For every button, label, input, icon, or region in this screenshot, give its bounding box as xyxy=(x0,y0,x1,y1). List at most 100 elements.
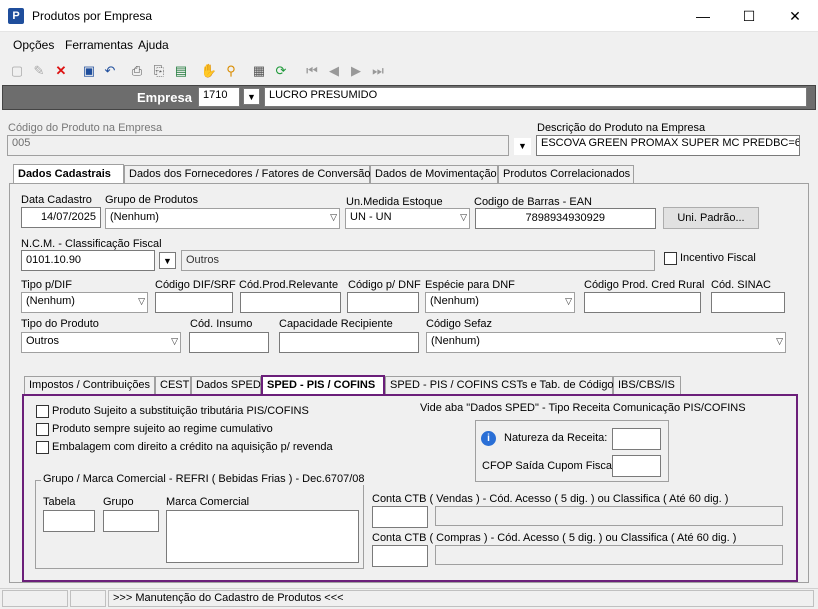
print-preview-icon[interactable]: ⎘ xyxy=(150,62,168,80)
chevron-down-icon: ▽ xyxy=(171,336,178,346)
cod-relevante-field[interactable] xyxy=(240,292,341,313)
status-cell-1 xyxy=(2,590,68,607)
tipo-produto-select[interactable]: Outros ▽ xyxy=(21,332,181,353)
subtab-sped-csts[interactable]: SPED - PIS / COFINS CSTs e Tab. de Códig… xyxy=(385,376,619,394)
natureza-receita-label: Natureza da Receita: xyxy=(504,432,608,444)
subtab-impostos[interactable]: Impostos / Contribuições xyxy=(24,376,155,394)
menu-ajuda[interactable]: Ajuda xyxy=(138,38,169,52)
product-code-label: Código do Produto na Empresa xyxy=(8,122,163,134)
first-record-icon[interactable]: ⏮ xyxy=(303,62,321,80)
ncm-dropdown-icon[interactable]: ▼ xyxy=(159,252,176,269)
product-code-field[interactable]: 005 xyxy=(7,135,509,156)
grupo-produtos-select[interactable]: (Nenhum) ▽ xyxy=(105,208,340,229)
tabela-field[interactable] xyxy=(43,510,95,532)
hand-icon[interactable]: ✋ xyxy=(200,62,218,80)
chk-substituicao-checkbox[interactable] xyxy=(36,405,49,418)
chevron-down-icon: ▽ xyxy=(138,296,145,306)
menu-ferramentas[interactable]: Ferramentas xyxy=(65,38,133,52)
tab-correlacionados[interactable]: Produtos Correlacionados xyxy=(498,165,634,183)
empresa-label: Empresa xyxy=(137,90,192,105)
ncm-field[interactable]: 0101.10.90 xyxy=(21,250,155,271)
codigo-dnf-label: Código p/ DNF xyxy=(348,279,421,291)
product-desc-field[interactable]: ESCOVA GREEN PROMAX SUPER MC PREDBC=65% xyxy=(536,135,800,156)
codigo-dif-field[interactable] xyxy=(155,292,233,313)
un-medida-label: Un.Medida Estoque xyxy=(346,196,443,208)
close-window-icon[interactable]: ✕ xyxy=(772,0,818,32)
chevron-down-icon: ▽ xyxy=(776,336,783,346)
subtab-ibs-cbs-is[interactable]: IBS/CBS/IS xyxy=(613,376,681,394)
search-icon[interactable]: ⚲ xyxy=(222,62,240,80)
uni-padrao-button[interactable]: Uni. Padrão... xyxy=(663,207,759,229)
capacidade-field[interactable] xyxy=(279,332,419,353)
codigo-sefaz-select[interactable]: (Nenhum) ▽ xyxy=(426,332,786,353)
menu-opcoes[interactable]: Opções xyxy=(13,38,54,52)
ean-field[interactable]: 7898934930929 xyxy=(475,208,656,229)
grupo-field[interactable] xyxy=(103,510,159,532)
save-icon[interactable]: ▣ xyxy=(80,62,98,80)
vide-dados-sped-note: Vide aba "Dados SPED" - Tipo Receita Com… xyxy=(420,402,746,414)
properties-icon[interactable]: ▦ xyxy=(250,62,268,80)
data-cadastro-field[interactable]: 14/07/2025 xyxy=(21,207,101,228)
natureza-receita-field[interactable] xyxy=(612,428,661,450)
chevron-down-icon: ▽ xyxy=(565,296,572,306)
ctb-compras-codigo-field[interactable] xyxy=(372,545,428,567)
cod-insumo-field[interactable] xyxy=(189,332,269,353)
product-dropdown-icon[interactable]: ▼ xyxy=(514,138,531,155)
incentivo-fiscal-checkbox[interactable] xyxy=(664,252,677,265)
tab-movimentacao[interactable]: Dados de Movimentação xyxy=(370,165,498,183)
tipo-produto-value: Outros xyxy=(26,335,60,347)
cred-rural-field[interactable] xyxy=(584,292,701,313)
chk-embalagem-label: Embalagem com direito a crédito na aquis… xyxy=(52,441,333,453)
ctb-compras-desc-field xyxy=(435,545,783,565)
undo-icon[interactable]: ↶ xyxy=(101,62,119,80)
refresh-icon[interactable]: ⟳ xyxy=(272,62,290,80)
last-record-icon[interactable]: ⏭ xyxy=(369,62,387,80)
maximize-icon[interactable]: ☐ xyxy=(726,0,772,32)
codigo-dnf-field[interactable] xyxy=(347,292,419,313)
subtab-sped-pis-cofins[interactable]: SPED - PIS / COFINS xyxy=(261,375,385,395)
chk-cumulativo-label: Produto sempre sujeito ao regime cumulat… xyxy=(52,423,273,435)
minimize-icon[interactable]: — xyxy=(680,0,726,32)
subtab-dados-sped[interactable]: Dados SPED xyxy=(191,376,261,394)
empresa-name-field: LUCRO PRESUMIDO xyxy=(264,87,807,107)
tab-fornecedores[interactable]: Dados dos Fornecedores / Fatores de Conv… xyxy=(124,165,371,183)
cred-rural-label: Código Prod. Cred Rural xyxy=(584,279,705,291)
chevron-down-icon: ▽ xyxy=(460,212,467,222)
export-icon[interactable]: ▤ xyxy=(172,62,190,80)
codigo-sefaz-label: Código Sefaz xyxy=(426,318,493,330)
sinac-label: Cód. SINAC xyxy=(711,279,771,291)
capacidade-label: Capacidade Recipiente xyxy=(279,318,393,330)
ctb-vendas-codigo-field[interactable] xyxy=(372,506,428,528)
print-icon[interactable]: ⎙ xyxy=(128,62,146,80)
tipo-dif-select[interactable]: (Nenhum) ▽ xyxy=(21,292,148,313)
ctb-vendas-desc-field xyxy=(435,506,783,526)
delete-icon[interactable]: ✕ xyxy=(52,62,70,80)
cfop-saida-field[interactable] xyxy=(612,455,661,477)
tab-dados-cadastrais[interactable]: Dados Cadastrais xyxy=(13,164,124,184)
status-text: >>> Manutenção do Cadastro de Produtos <… xyxy=(108,590,814,607)
product-desc-label: Descrição do Produto na Empresa xyxy=(537,122,706,134)
un-medida-select[interactable]: UN - UN ▽ xyxy=(345,208,470,229)
especie-dnf-value: (Nenhum) xyxy=(430,295,479,307)
chk-embalagem-checkbox[interactable] xyxy=(36,441,49,454)
especie-dnf-label: Espécie para DNF xyxy=(425,279,515,291)
marca-comercial-field[interactable] xyxy=(166,510,359,563)
next-record-icon[interactable]: ▶ xyxy=(347,62,365,80)
data-cadastro-label: Data Cadastro xyxy=(21,194,92,206)
chk-substituicao-label: Produto Sujeito a substituição tributári… xyxy=(52,405,309,417)
ctb-vendas-label: Conta CTB ( Vendas ) - Cód. Acesso ( 5 d… xyxy=(372,493,729,505)
empresa-dropdown-icon[interactable]: ▼ xyxy=(243,88,260,105)
chk-cumulativo-checkbox[interactable] xyxy=(36,423,49,436)
ncm-desc-field: Outros xyxy=(181,250,655,271)
cod-relevante-label: Cód.Prod.Relevante xyxy=(239,279,339,291)
empresa-code-field[interactable]: 1710 xyxy=(198,87,240,107)
subtab-cest[interactable]: CEST xyxy=(155,376,191,394)
edit-icon[interactable]: ✎ xyxy=(30,62,48,80)
especie-dnf-select[interactable]: (Nenhum) ▽ xyxy=(425,292,575,313)
sinac-field[interactable] xyxy=(711,292,785,313)
tipo-produto-label: Tipo do Produto xyxy=(21,318,99,330)
grupo-marca-title: Grupo / Marca Comercial - REFRI ( Bebida… xyxy=(41,473,367,485)
new-icon[interactable]: ▢ xyxy=(8,62,26,80)
codigo-sefaz-value: (Nenhum) xyxy=(431,335,480,347)
previous-record-icon[interactable]: ◀ xyxy=(325,62,343,80)
